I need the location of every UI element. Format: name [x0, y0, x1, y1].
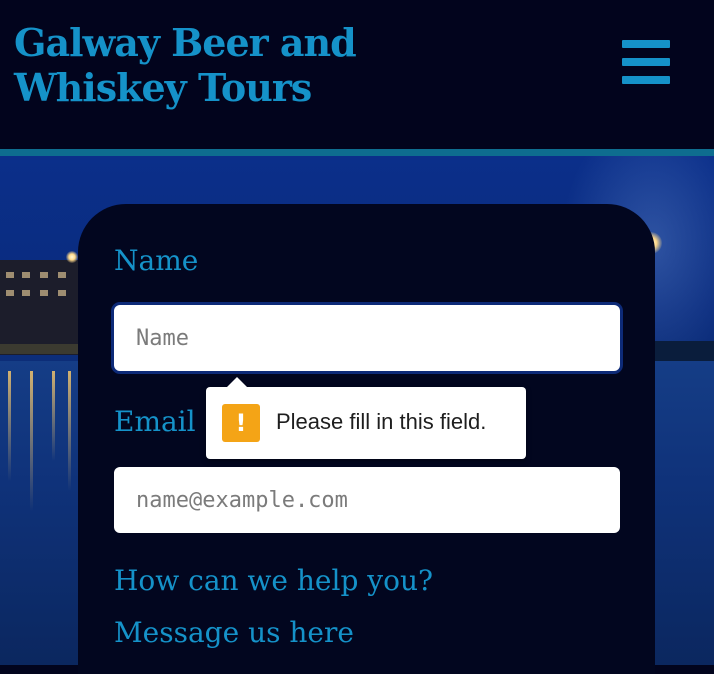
building-window [58, 272, 66, 278]
tooltip-arrow [226, 377, 248, 388]
help-heading: How can we help you? [114, 564, 433, 597]
message-label: Message us here [114, 616, 354, 649]
menu-bar-middle [622, 58, 670, 66]
site-header: Galway Beer and Whiskey Tours [0, 0, 714, 149]
building-window [6, 290, 14, 296]
name-input[interactable] [114, 305, 620, 371]
validation-message: Please fill in this field. [276, 409, 487, 434]
building-window [40, 272, 48, 278]
menu-bar-top [622, 40, 670, 48]
hamburger-menu-icon[interactable] [622, 38, 672, 86]
validation-tooltip: ! Please fill in this field. [206, 377, 526, 459]
site-title-line-2: Whiskey Tours [14, 65, 312, 110]
harbour-buildings [0, 260, 90, 355]
street-light [66, 251, 78, 263]
building-window [6, 272, 14, 278]
light-reflection [68, 371, 71, 491]
building-window [58, 290, 66, 296]
email-input[interactable] [114, 467, 620, 533]
site-title-line-1: Galway Beer and [14, 20, 357, 65]
header-divider [0, 149, 714, 156]
name-label: Name [114, 244, 199, 277]
light-reflection [8, 371, 11, 481]
light-reflection [52, 371, 55, 461]
warning-icon: ! [222, 404, 260, 442]
email-label: Email [114, 405, 196, 438]
building-window [40, 290, 48, 296]
menu-bar-bottom [622, 76, 670, 84]
site-title[interactable]: Galway Beer and Whiskey Tours [14, 20, 357, 110]
light-reflection [30, 371, 33, 511]
building-window [22, 290, 30, 296]
building-window [22, 272, 30, 278]
